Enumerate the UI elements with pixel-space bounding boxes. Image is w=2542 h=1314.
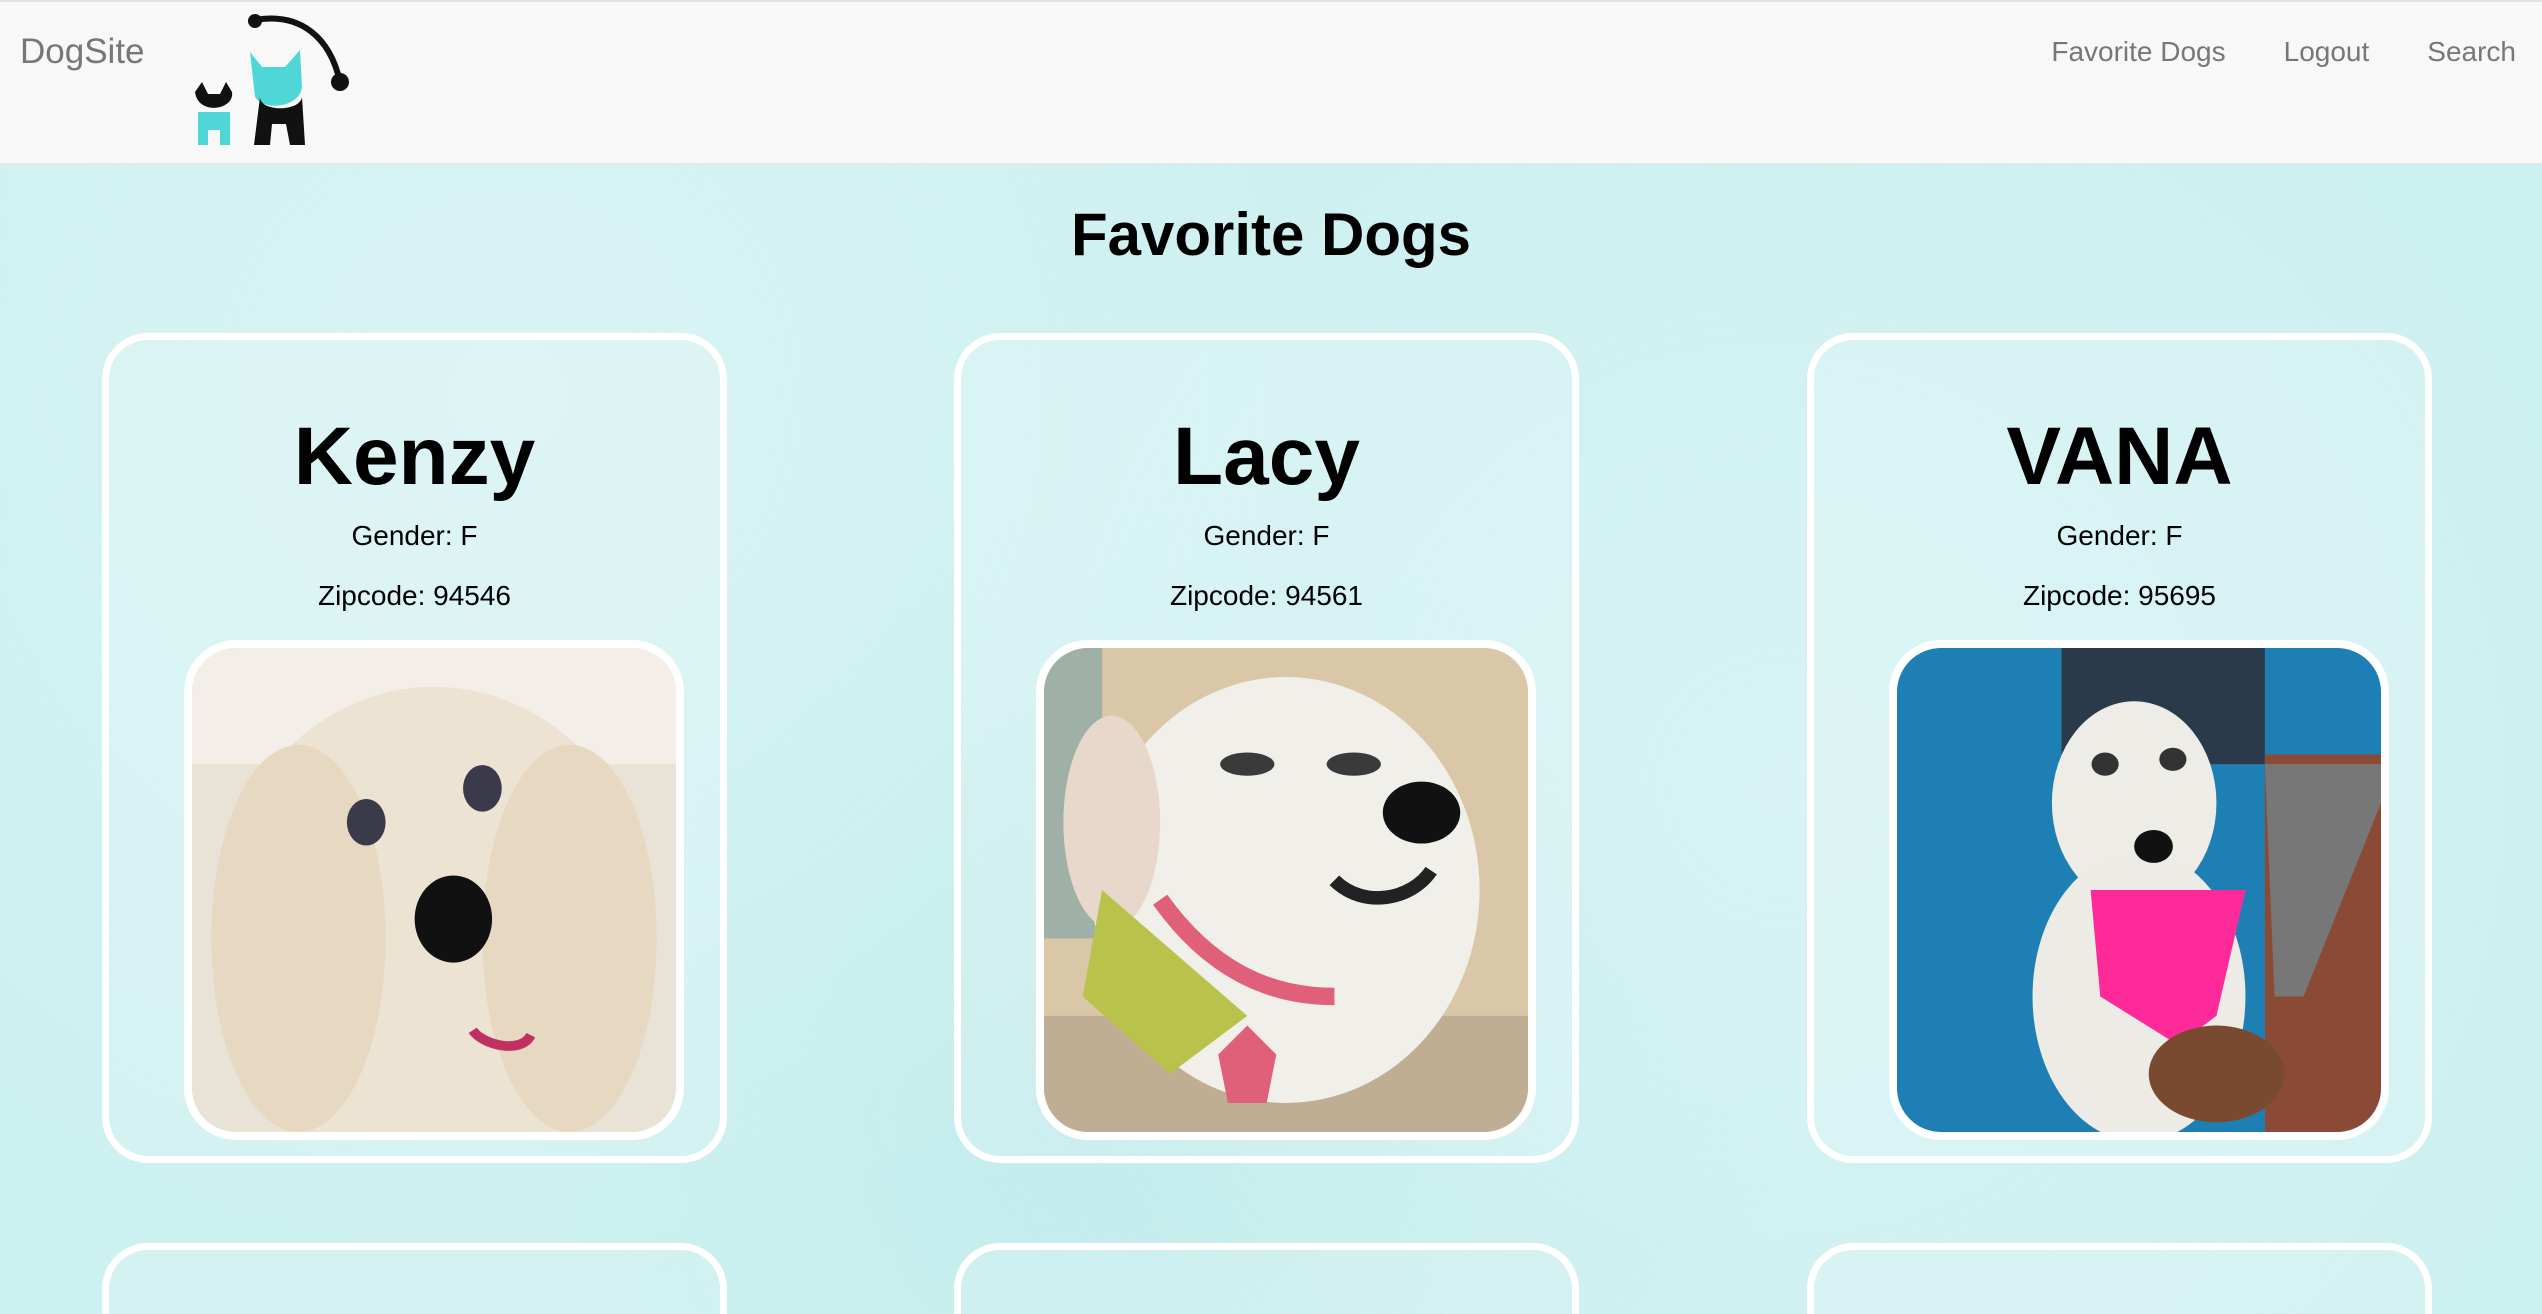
nav-logout[interactable]: Logout (2284, 36, 2370, 68)
dog-card[interactable] (102, 1243, 727, 1314)
page-title: Favorite Dogs (1070, 201, 1472, 268)
navbar: DogSite Favorite Dogs Logout Search (0, 0, 2542, 164)
dog-zipcode: Zipcode: 95695 (2022, 580, 2217, 611)
nav-links: Favorite Dogs Logout Search (2051, 36, 2516, 68)
dog-gender: Gender: F (351, 520, 478, 551)
dog-zipcode: Zipcode: 94546 (317, 580, 512, 611)
nav-search[interactable]: Search (2427, 36, 2516, 68)
dog-name: Kenzy (293, 411, 536, 502)
brand-link[interactable]: DogSite (20, 32, 145, 72)
white-fluffy-dog-photo (184, 640, 684, 1140)
white-dog-bandana-photo (1036, 640, 1536, 1140)
white-dog-pink-bandana-photo (1889, 640, 2389, 1140)
dog-card[interactable]: Kenzy Gender: F Zipcode: 94546 (102, 333, 727, 1163)
dog-gender: Gender: F (1203, 520, 1330, 551)
dog-card[interactable] (954, 1243, 1579, 1314)
dog-name: VANA (2006, 411, 2233, 502)
dog-card[interactable]: VANA Gender: F Zipcode: 95695 (1807, 333, 2432, 1163)
dog-cat-logo-icon[interactable] (190, 12, 360, 147)
nav-favorite-dogs[interactable]: Favorite Dogs (2051, 36, 2225, 68)
dog-name: Lacy (1173, 411, 1360, 502)
dog-card[interactable] (1807, 1243, 2432, 1314)
dog-card[interactable]: Lacy Gender: F Zipcode: 94561 (954, 333, 1579, 1163)
dog-zipcode: Zipcode: 94561 (1169, 580, 1364, 611)
dog-gender: Gender: F (2056, 520, 2183, 551)
